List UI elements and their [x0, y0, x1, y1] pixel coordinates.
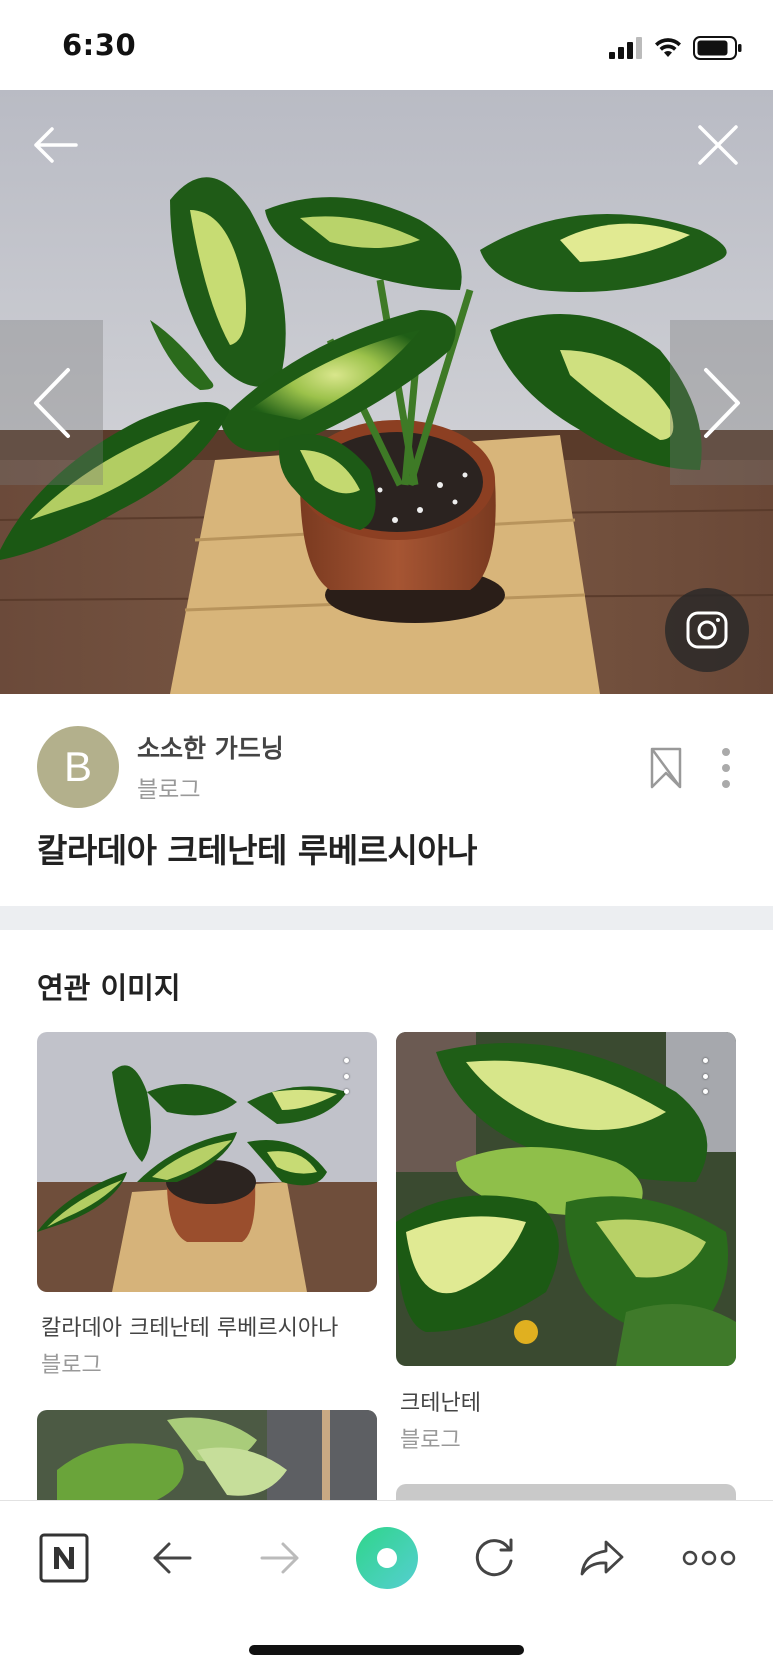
- more-menu-button[interactable]: [674, 1523, 744, 1593]
- more-dot-icon: [722, 780, 730, 788]
- related-images-heading: 연관 이미지: [37, 971, 181, 1005]
- related-image-card[interactable]: [37, 1032, 377, 1292]
- more-dot-icon: [702, 1073, 708, 1079]
- image-title: 칼라데아 크테난테 루베르시아나: [37, 831, 478, 870]
- lens-search-button[interactable]: [665, 588, 749, 672]
- source-type: 블로그: [137, 777, 201, 803]
- related-plant-photo: [37, 1410, 377, 1500]
- green-dot-icon: [356, 1527, 418, 1589]
- back-button[interactable]: [20, 110, 90, 180]
- related-image-title[interactable]: 칼라데아 크테난테 루베르시아나: [41, 1310, 338, 1342]
- reload-button[interactable]: [459, 1523, 529, 1593]
- browser-back-button[interactable]: [137, 1523, 207, 1593]
- bookmark-icon: [650, 747, 682, 789]
- chevron-left-icon: [33, 367, 70, 438]
- arrow-left-icon: [153, 1542, 192, 1574]
- related-image-title[interactable]: 크테난테: [400, 1385, 481, 1417]
- more-dot-icon: [702, 1089, 708, 1094]
- related-image-card[interactable]: [37, 1410, 377, 1500]
- section-divider: [0, 906, 773, 930]
- related-image-card[interactable]: [396, 1032, 736, 1366]
- share-button[interactable]: [567, 1523, 637, 1593]
- home-indicator[interactable]: [249, 1645, 524, 1655]
- related-plant-photo: [37, 1032, 377, 1292]
- more-dot-icon: [702, 1058, 708, 1063]
- more-dot-icon: [722, 748, 730, 756]
- plant-photo: [0, 90, 773, 694]
- status-bar: 6:30: [0, 0, 773, 90]
- more-horizontal-icon: [682, 1550, 736, 1566]
- more-options-button[interactable]: [712, 744, 740, 792]
- camera-lens-icon: [686, 611, 728, 649]
- chevron-right-icon: [703, 367, 740, 438]
- more-dot-icon: [343, 1073, 349, 1079]
- reload-icon: [475, 1538, 513, 1577]
- close-button[interactable]: [683, 110, 753, 180]
- battery-icon: [693, 36, 742, 60]
- naver-home-button[interactable]: [29, 1523, 99, 1593]
- naver-n-icon: [39, 1533, 89, 1583]
- status-time: 6:30: [62, 28, 137, 62]
- source-avatar[interactable]: B: [37, 726, 119, 808]
- bookmark-button[interactable]: [648, 746, 684, 790]
- green-dot-button[interactable]: [352, 1523, 422, 1593]
- more-dot-icon: [722, 764, 730, 772]
- arrow-right-icon: [260, 1542, 299, 1574]
- arrow-left-icon: [34, 127, 78, 163]
- source-name[interactable]: 소소한 가드닝: [137, 729, 284, 765]
- wifi-icon: [655, 38, 681, 57]
- more-dot-icon: [343, 1089, 349, 1094]
- related-image-source: 블로그: [41, 1353, 102, 1378]
- card-more-button[interactable]: [336, 1058, 356, 1094]
- hero-image[interactable]: [0, 90, 773, 694]
- cellular-signal-icon: [609, 37, 642, 59]
- related-image-card[interactable]: [396, 1484, 736, 1500]
- related-image-source: 블로그: [400, 1428, 461, 1453]
- browser-forward-button[interactable]: [245, 1523, 315, 1593]
- image-info-section: B 소소한 가드닝 블로그 칼라데아 크테난테 루베르시아나: [0, 694, 773, 906]
- next-image-button[interactable]: [670, 320, 773, 485]
- status-icons: [609, 34, 743, 62]
- share-arrow-icon: [580, 1540, 624, 1576]
- card-more-button[interactable]: [695, 1058, 715, 1094]
- more-dot-icon: [343, 1058, 349, 1063]
- related-plant-closeup-photo: [396, 1032, 736, 1366]
- previous-image-button[interactable]: [0, 320, 103, 485]
- close-icon: [698, 125, 738, 165]
